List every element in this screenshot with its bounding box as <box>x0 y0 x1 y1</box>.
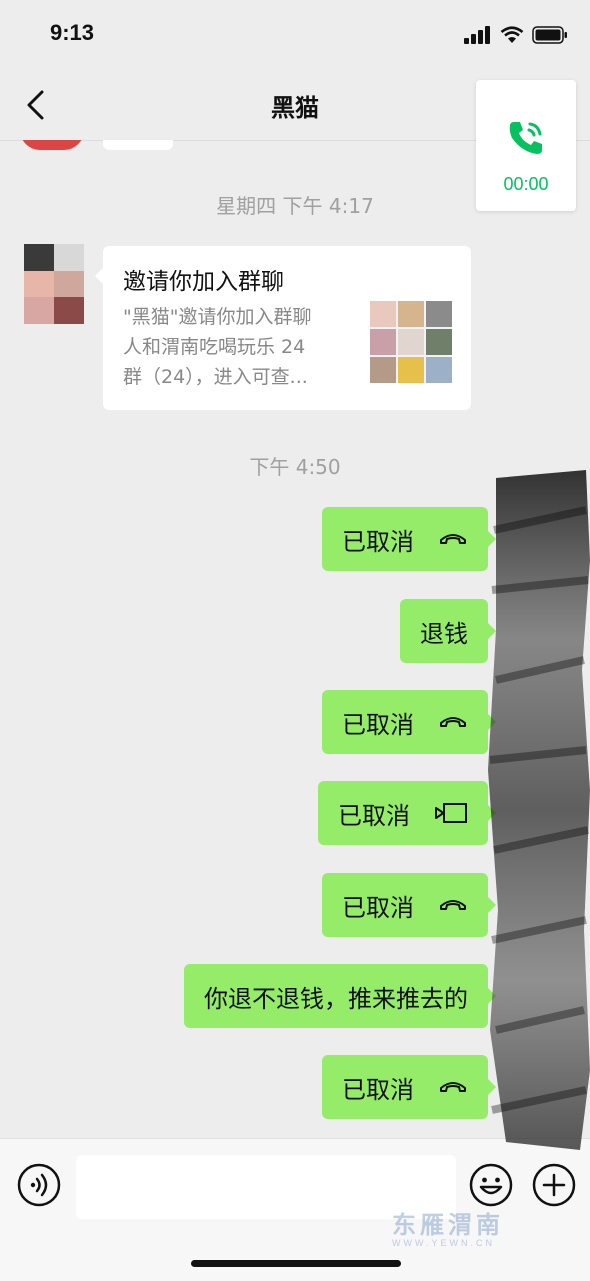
group-invite-card[interactable]: 邀请你加入群聊 "黑猫"邀请你加入群聊 人和渭南吃喝玩乐 24 群（24），进入… <box>95 246 471 410</box>
message-input[interactable] <box>76 1155 456 1219</box>
message-text: 已取消 <box>342 1075 414 1104</box>
message-text: 退钱 <box>420 619 468 648</box>
voice-call-icon <box>440 717 466 727</box>
floating-call-window[interactable]: 00:00 <box>476 80 576 211</box>
voice-input-icon[interactable] <box>17 1163 61 1207</box>
phone-call-icon <box>509 122 542 154</box>
plus-icon[interactable] <box>532 1163 576 1207</box>
message-bubble[interactable]: 已取消 <box>322 507 496 571</box>
wifi-icon <box>500 26 524 43</box>
voice-call-icon <box>440 900 466 910</box>
call-timer: 00:00 <box>503 174 549 194</box>
battery-icon <box>532 26 567 44</box>
voice-call-icon <box>440 1082 466 1092</box>
signal-icon <box>464 26 490 44</box>
message-bubble[interactable]: 你退不退钱，推来推去的 <box>184 964 496 1028</box>
previous-bubble-partial <box>103 140 173 150</box>
message-text: 已取消 <box>342 710 414 739</box>
message-text: 已取消 <box>342 893 414 922</box>
message-bubble[interactable]: 退钱 <box>400 599 496 663</box>
card-title: 邀请你加入群聊 <box>123 269 284 295</box>
watermark-main: 东雁渭南 <box>392 1211 504 1239</box>
message-bubble[interactable]: 已取消 <box>322 1055 496 1119</box>
message-text: 已取消 <box>342 527 414 556</box>
video-call-icon <box>435 803 467 823</box>
home-indicator <box>191 1260 401 1267</box>
emoji-icon[interactable] <box>469 1163 513 1207</box>
status-icons <box>464 26 568 44</box>
status-bar: 9:13 <box>0 0 590 70</box>
message-text: 已取消 <box>338 801 410 830</box>
voice-call-icon <box>440 534 466 544</box>
group-avatar-grid <box>370 301 452 383</box>
message-text: 你退不退钱，推来推去的 <box>204 984 468 1013</box>
site-watermark: 东雁渭南 WWW.YEWN.CN <box>392 1212 552 1252</box>
message-bubble[interactable]: 已取消 <box>322 873 496 937</box>
previous-avatar-partial <box>20 140 84 150</box>
redaction-scribble <box>488 470 590 1150</box>
status-time: 9:13 <box>50 20 95 45</box>
message-bubble[interactable]: 已取消 <box>322 690 496 754</box>
sender-avatar[interactable] <box>24 244 84 324</box>
watermark-sub: WWW.YEWN.CN <box>392 1238 495 1248</box>
card-description: "黑猫"邀请你加入群聊 人和渭南吃喝玩乐 24 群（24），进入可查... <box>123 306 312 388</box>
message-bubble[interactable]: 已取消 <box>318 781 496 845</box>
